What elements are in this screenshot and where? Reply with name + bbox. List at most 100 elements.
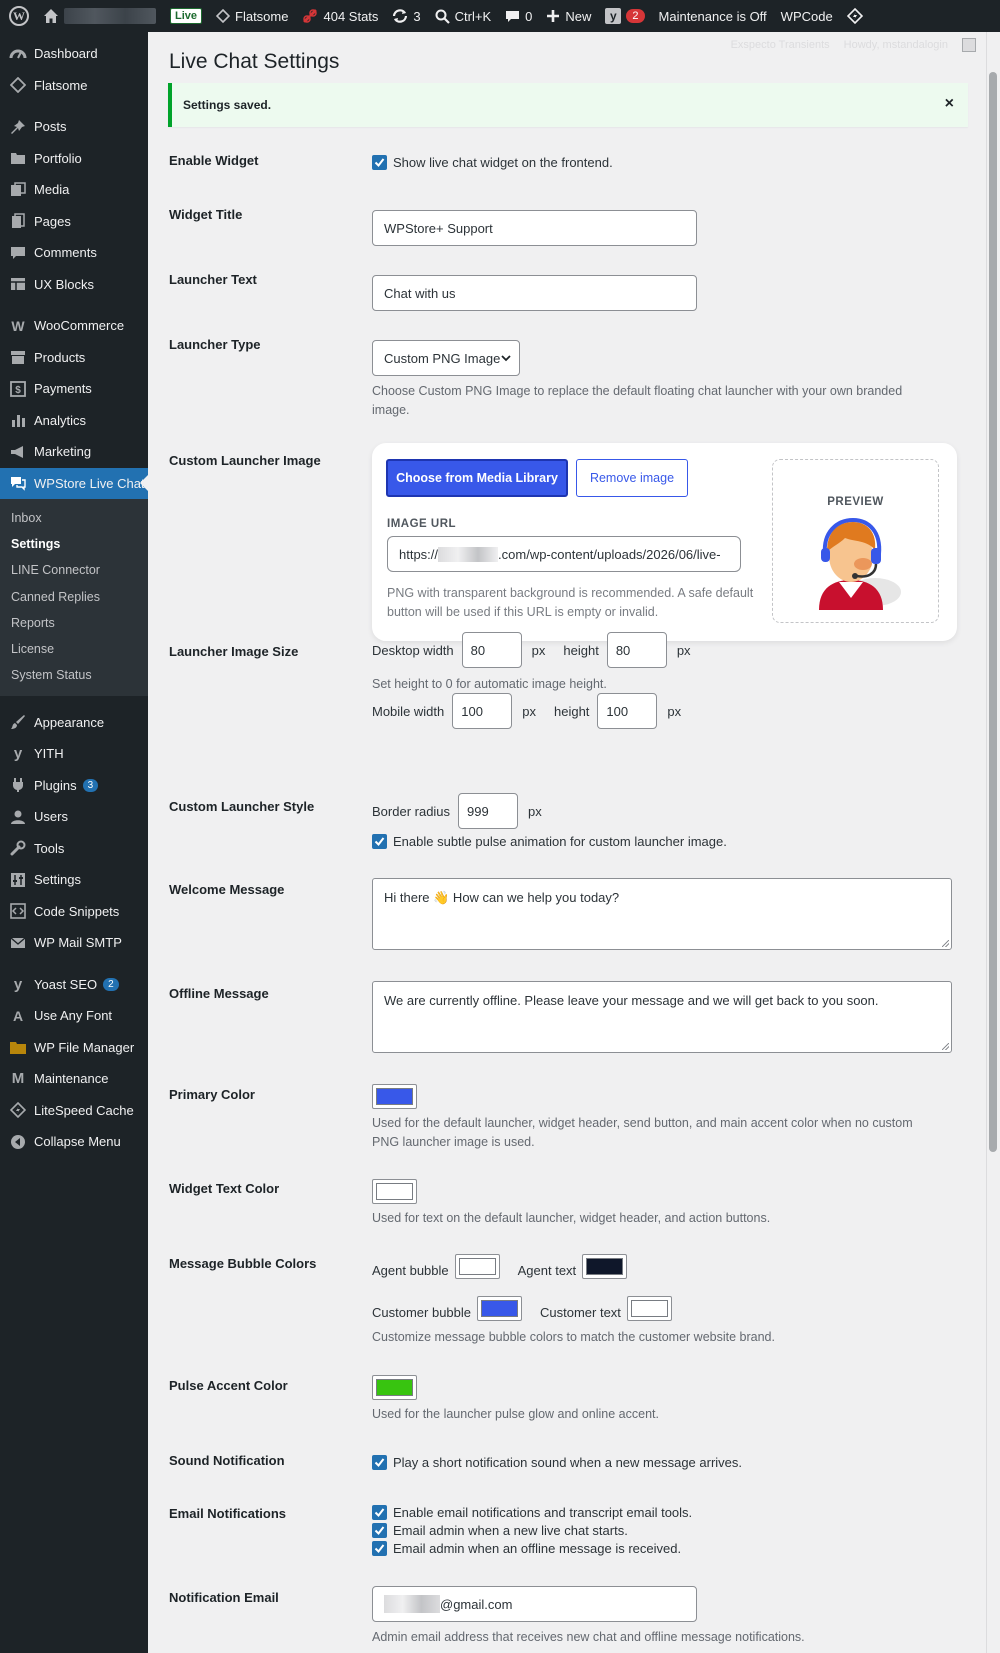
sidebar-item-settings[interactable]: Settings bbox=[0, 864, 148, 896]
sliders-icon bbox=[8, 870, 28, 890]
sidebar-item-maintenance[interactable]: M Maintenance bbox=[0, 1063, 148, 1095]
sidebar-item-wp-file-manager[interactable]: WP File Manager bbox=[0, 1031, 148, 1063]
sidebar-item-portfolio[interactable]: Portfolio bbox=[0, 143, 148, 175]
email-new-chat-checkbox[interactable]: Email admin when a new live chat starts. bbox=[372, 1521, 628, 1539]
mobile-size-row: Mobile width 100 px height 100 px bbox=[372, 693, 681, 729]
redacted-email-user bbox=[384, 1595, 440, 1613]
close-icon[interactable]: × bbox=[945, 95, 954, 113]
sidebar-item-yith[interactable]: y YITH bbox=[0, 738, 148, 770]
image-url-input[interactable]: https:// .com/wp-content/uploads/2026/06… bbox=[387, 536, 741, 572]
notification-email-input[interactable]: @gmail.com bbox=[372, 1586, 697, 1622]
offline-message-textarea[interactable]: We are currently offline. Please leave y… bbox=[372, 981, 952, 1053]
comment-icon bbox=[506, 10, 520, 22]
launcher-type-select[interactable]: Custom PNG Image bbox=[372, 340, 520, 376]
email-notifications-checkbox[interactable]: Enable email notifications and transcrip… bbox=[372, 1503, 692, 1521]
sidebar-collapse-menu[interactable]: Collapse Menu bbox=[0, 1126, 148, 1158]
yoast-notification-badge: 2 bbox=[103, 977, 119, 991]
screen-meta-link[interactable]: Exspecto Transients bbox=[731, 39, 830, 51]
pulse-animation-checkbox[interactable]: Enable subtle pulse animation for custom… bbox=[372, 832, 727, 850]
desktop-width-input[interactable]: 80 bbox=[461, 632, 522, 668]
sidebar-item-users[interactable]: Users bbox=[0, 801, 148, 833]
litespeed-menu[interactable] bbox=[840, 0, 870, 32]
agent-text-color-picker[interactable] bbox=[582, 1254, 628, 1279]
notification-email-description: Admin email address that receives new ch… bbox=[372, 1630, 805, 1644]
welcome-message-textarea[interactable]: Hi there 👋 How can we help you today? bbox=[372, 878, 952, 950]
sidebar-item-wp-mail-smtp[interactable]: WP Mail SMTP bbox=[0, 927, 148, 959]
avatar[interactable] bbox=[962, 38, 976, 52]
submenu-settings[interactable]: Settings bbox=[0, 531, 148, 557]
sidebar-item-dashboard[interactable]: Dashboard bbox=[0, 38, 148, 70]
sidebar-item-litespeed-cache[interactable]: LiteSpeed Cache bbox=[0, 1094, 148, 1126]
wp-logo-menu[interactable]: W bbox=[0, 0, 36, 32]
comment-icon bbox=[8, 243, 28, 263]
email-offline-message-checkbox[interactable]: Email admin when an offline message is r… bbox=[372, 1539, 681, 1557]
sidebar-item-appearance[interactable]: Appearance bbox=[0, 706, 148, 738]
sidebar-item-woocommerce[interactable]: W WooCommerce bbox=[0, 310, 148, 342]
submenu-canned-replies[interactable]: Canned Replies bbox=[0, 584, 148, 610]
checkmark-icon bbox=[372, 1540, 387, 1556]
sidebar-item-wpstore-live-chat[interactable]: WPStore Live Chat bbox=[0, 467, 148, 499]
sidebar-item-code-snippets[interactable]: Code Snippets bbox=[0, 895, 148, 927]
submenu-license[interactable]: License bbox=[0, 636, 148, 662]
404-stats-menu[interactable]: 404 Stats bbox=[295, 0, 385, 32]
launcher-image-card: Choose from Media Library Remove image I… bbox=[372, 443, 957, 641]
wpcode-menu[interactable]: WPCode bbox=[774, 0, 840, 32]
maintenance-status[interactable]: Maintenance is Off bbox=[652, 0, 774, 32]
sidebar-item-tools[interactable]: Tools bbox=[0, 832, 148, 864]
sidebar-item-pages[interactable]: Pages bbox=[0, 206, 148, 238]
sound-notification-checkbox[interactable]: Play a short notification sound when a n… bbox=[372, 1453, 742, 1471]
label-email-notifications: Email Notifications bbox=[169, 1506, 287, 1521]
sidebar-item-plugins[interactable]: Plugins 3 bbox=[0, 769, 148, 801]
yoast-menu[interactable]: y 2 bbox=[598, 0, 651, 32]
sidebar-item-flatsome[interactable]: Flatsome bbox=[0, 70, 148, 102]
remove-image-button[interactable]: Remove image bbox=[576, 459, 688, 497]
widget-title-input[interactable]: WPStore+ Support bbox=[372, 210, 697, 246]
desktop-height-input[interactable]: 80 bbox=[606, 632, 667, 668]
sidebar-item-marketing[interactable]: Marketing bbox=[0, 436, 148, 468]
submenu-system-status[interactable]: System Status bbox=[0, 662, 148, 688]
primary-color-picker[interactable] bbox=[372, 1084, 417, 1109]
submenu-inbox[interactable]: Inbox bbox=[0, 505, 148, 531]
sidebar-item-comments[interactable]: Comments bbox=[0, 237, 148, 269]
redacted-domain bbox=[438, 546, 499, 562]
sidebar-item-yoast-seo[interactable]: y Yoast SEO 2 bbox=[0, 968, 148, 1000]
sidebar-item-use-any-font[interactable]: A Use Any Font bbox=[0, 1000, 148, 1032]
updates-menu[interactable]: 3 bbox=[385, 0, 427, 32]
sidebar-item-ux-blocks[interactable]: UX Blocks bbox=[0, 269, 148, 301]
flatsome-icon bbox=[8, 75, 28, 95]
scrollbar-thumb[interactable] bbox=[989, 72, 997, 1152]
label-sound-notification: Sound Notification bbox=[169, 1453, 285, 1468]
launcher-text-input[interactable]: Chat with us bbox=[372, 275, 697, 311]
enable-widget-checkbox[interactable]: Show live chat widget on the frontend. bbox=[372, 153, 613, 171]
choose-media-button[interactable]: Choose from Media Library bbox=[386, 459, 568, 497]
customer-bubble-color-picker[interactable] bbox=[477, 1296, 522, 1321]
scrollbar[interactable] bbox=[986, 32, 1000, 1653]
sidebar-item-payments[interactable]: $ Payments bbox=[0, 373, 148, 405]
customer-bubble-swatch bbox=[481, 1300, 518, 1317]
border-radius-input[interactable]: 999 bbox=[458, 793, 519, 829]
agent-bubble-color-picker[interactable] bbox=[454, 1254, 500, 1279]
live-indicator[interactable]: Live bbox=[163, 0, 209, 32]
plus-icon bbox=[547, 10, 560, 22]
mobile-height-input[interactable]: 100 bbox=[597, 693, 658, 729]
widget-text-color-picker[interactable] bbox=[372, 1179, 417, 1204]
agent-text-swatch bbox=[586, 1258, 624, 1275]
pulse-color-picker[interactable] bbox=[372, 1375, 417, 1400]
sidebar-item-posts[interactable]: Posts bbox=[0, 111, 148, 143]
flatsome-menu[interactable]: Flatsome bbox=[209, 0, 295, 32]
dashboard-icon bbox=[8, 44, 28, 64]
customer-text-color-picker[interactable] bbox=[626, 1296, 672, 1321]
search-icon bbox=[435, 9, 450, 24]
submenu-reports[interactable]: Reports bbox=[0, 610, 148, 636]
howdy-user[interactable]: Howdy, mstandalogin bbox=[844, 39, 948, 51]
comments-menu[interactable]: 0 bbox=[498, 0, 539, 32]
pin-icon bbox=[8, 117, 28, 137]
sidebar-item-media[interactable]: Media bbox=[0, 174, 148, 206]
submenu-line-connector[interactable]: LINE Connector bbox=[0, 557, 148, 583]
new-content-menu[interactable]: New bbox=[539, 0, 598, 32]
site-name-menu[interactable] bbox=[36, 0, 163, 32]
sidebar-item-products[interactable]: Products bbox=[0, 342, 148, 374]
command-palette[interactable]: Ctrl+K bbox=[428, 0, 498, 32]
sidebar-item-analytics[interactable]: Analytics bbox=[0, 405, 148, 437]
mobile-width-input[interactable]: 100 bbox=[452, 693, 513, 729]
